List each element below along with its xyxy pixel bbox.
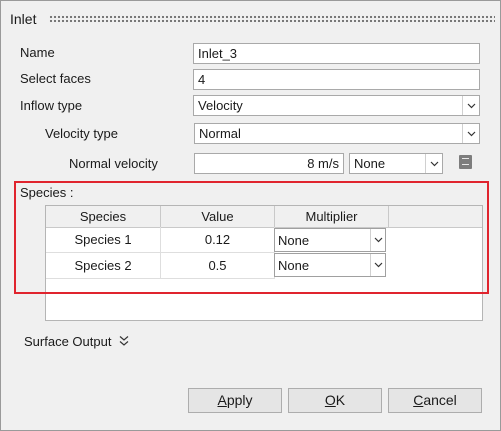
highlight-box	[14, 181, 489, 294]
apply-button[interactable]: Apply	[188, 388, 282, 413]
surface-output-label[interactable]: Surface Output	[24, 334, 111, 349]
select-faces-value: 4	[198, 72, 206, 87]
name-label: Name	[20, 45, 55, 60]
inlet-dialog: Inlet Name Inlet_3 Select faces 4 Inflow…	[0, 0, 501, 431]
velocity-type-label: Velocity type	[45, 126, 118, 141]
grip-icon[interactable]	[49, 15, 495, 23]
chevron-down-icon[interactable]	[462, 96, 479, 115]
normal-velocity-ref-select[interactable]: None	[349, 153, 443, 174]
normal-velocity-field[interactable]: 8 m/s	[194, 153, 344, 174]
name-field[interactable]: Inlet_3	[193, 43, 480, 64]
ok-button[interactable]: OK	[288, 388, 382, 413]
dialog-title: Inlet	[10, 11, 37, 27]
velocity-type-select[interactable]: Normal	[194, 123, 480, 144]
cancel-label: ancel	[423, 392, 457, 408]
units-icon[interactable]	[459, 155, 472, 169]
normal-velocity-value: 8 m/s	[307, 156, 339, 171]
inflow-type-label: Inflow type	[20, 98, 83, 113]
select-faces-field[interactable]: 4	[193, 69, 480, 90]
cancel-mnemonic: C	[413, 392, 424, 408]
chevron-down-icon[interactable]	[462, 124, 479, 143]
title-bar[interactable]: Inlet	[1, 1, 500, 35]
normal-velocity-label: Normal velocity	[69, 156, 158, 171]
name-field-value: Inlet_3	[198, 46, 238, 61]
velocity-type-value: Normal	[199, 126, 241, 141]
ok-mnemonic: O	[324, 392, 336, 408]
inflow-type-value: Velocity	[198, 98, 243, 113]
apply-mnemonic: A	[217, 392, 227, 408]
cancel-button[interactable]: Cancel	[388, 388, 482, 413]
ok-label: K	[335, 392, 346, 408]
chevron-down-icon[interactable]	[425, 154, 442, 173]
double-chevron-down-icon[interactable]	[119, 335, 129, 347]
apply-label: pply	[226, 392, 253, 408]
inflow-type-select[interactable]: Velocity	[193, 95, 480, 116]
select-faces-label: Select faces	[20, 71, 91, 86]
normal-velocity-ref-value: None	[354, 156, 386, 171]
